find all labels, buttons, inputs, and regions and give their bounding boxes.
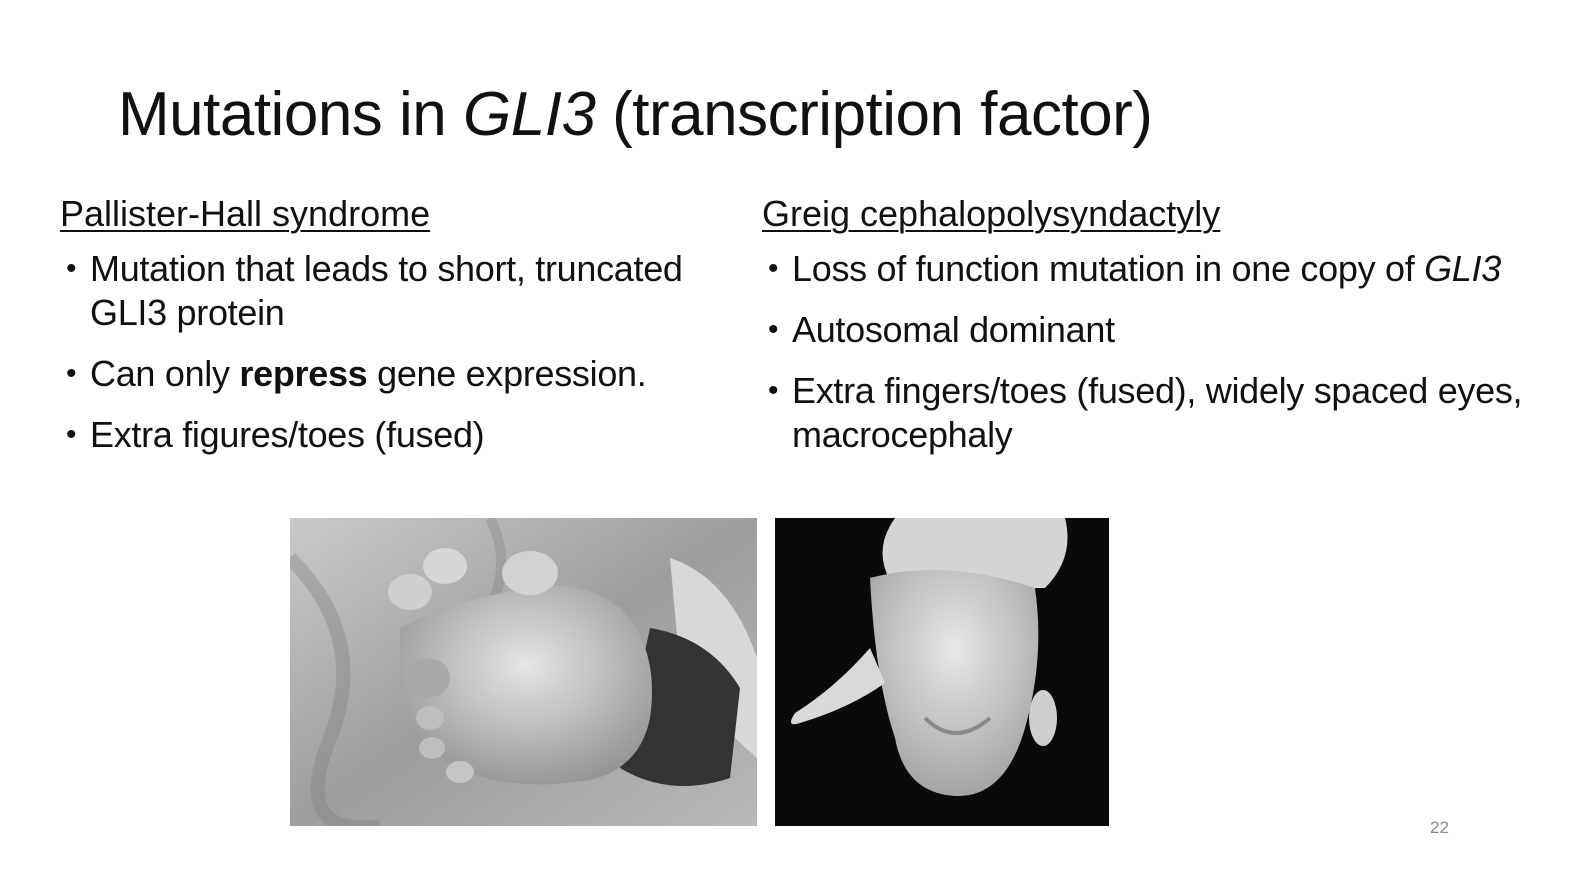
bullet-item: • Extra figures/toes (fused) (60, 413, 760, 457)
bullet-text: Loss of function mutation in one copy of (792, 248, 1425, 290)
bullet-item: • Can only repress gene expression. (60, 352, 760, 396)
foot-polydactyly-photo (290, 518, 757, 826)
bullet-item: • Extra fingers/toes (fused), widely spac… (762, 369, 1572, 457)
bullet-text: Autosomal dominant (792, 309, 1115, 351)
hand-polydactyly-photo (775, 518, 1109, 826)
title-suffix: (transcription factor) (595, 80, 1153, 149)
bullet-item: • Loss of function mutation in one copy o… (762, 247, 1572, 291)
bullet-text-before: Can only (90, 353, 240, 395)
bullet-icon: • (66, 252, 77, 286)
bullet-item: • Autosomal dominant (762, 308, 1572, 352)
bullet-text: Mutation that leads to short, truncated … (90, 248, 683, 334)
bullet-item: • Mutation that leads to short, truncated… (60, 247, 760, 335)
pallister-hall-column: Pallister-Hall syndrome • Mutation that l… (60, 192, 760, 474)
greig-column: Greig cephalopolysyndactyly • Loss of fun… (762, 192, 1572, 474)
greig-heading: Greig cephalopolysyndactyly (762, 193, 1221, 234)
title-prefix: Mutations in (118, 80, 464, 149)
bullet-icon: • (768, 313, 779, 347)
bullet-icon: • (66, 357, 77, 391)
foot-photo-drawing (290, 518, 757, 826)
page-number: 22 (1430, 818, 1449, 837)
bullet-text-gene: GLI3 (1424, 248, 1501, 290)
hand-photo-drawing (775, 518, 1109, 826)
bullet-icon: • (66, 418, 77, 452)
slide-title: Mutations in GLI3 (transcription factor) (118, 78, 1153, 152)
pallister-hall-bullets: • Mutation that leads to short, truncated… (60, 247, 760, 457)
bullet-text-after: gene expression. (367, 353, 647, 395)
bullet-icon: • (768, 374, 779, 408)
bullet-icon: • (768, 252, 779, 286)
title-gene: GLI3 (463, 80, 596, 149)
greig-bullets: • Loss of function mutation in one copy o… (762, 247, 1572, 457)
bullet-text-emphasis: repress (239, 353, 368, 395)
bullet-text: Can only repress gene expression. (90, 353, 647, 395)
bullet-text: Extra fingers/toes (fused), widely space… (792, 370, 1523, 456)
pallister-hall-heading: Pallister-Hall syndrome (60, 193, 431, 234)
bullet-text: Extra figures/toes (fused) (90, 414, 485, 456)
